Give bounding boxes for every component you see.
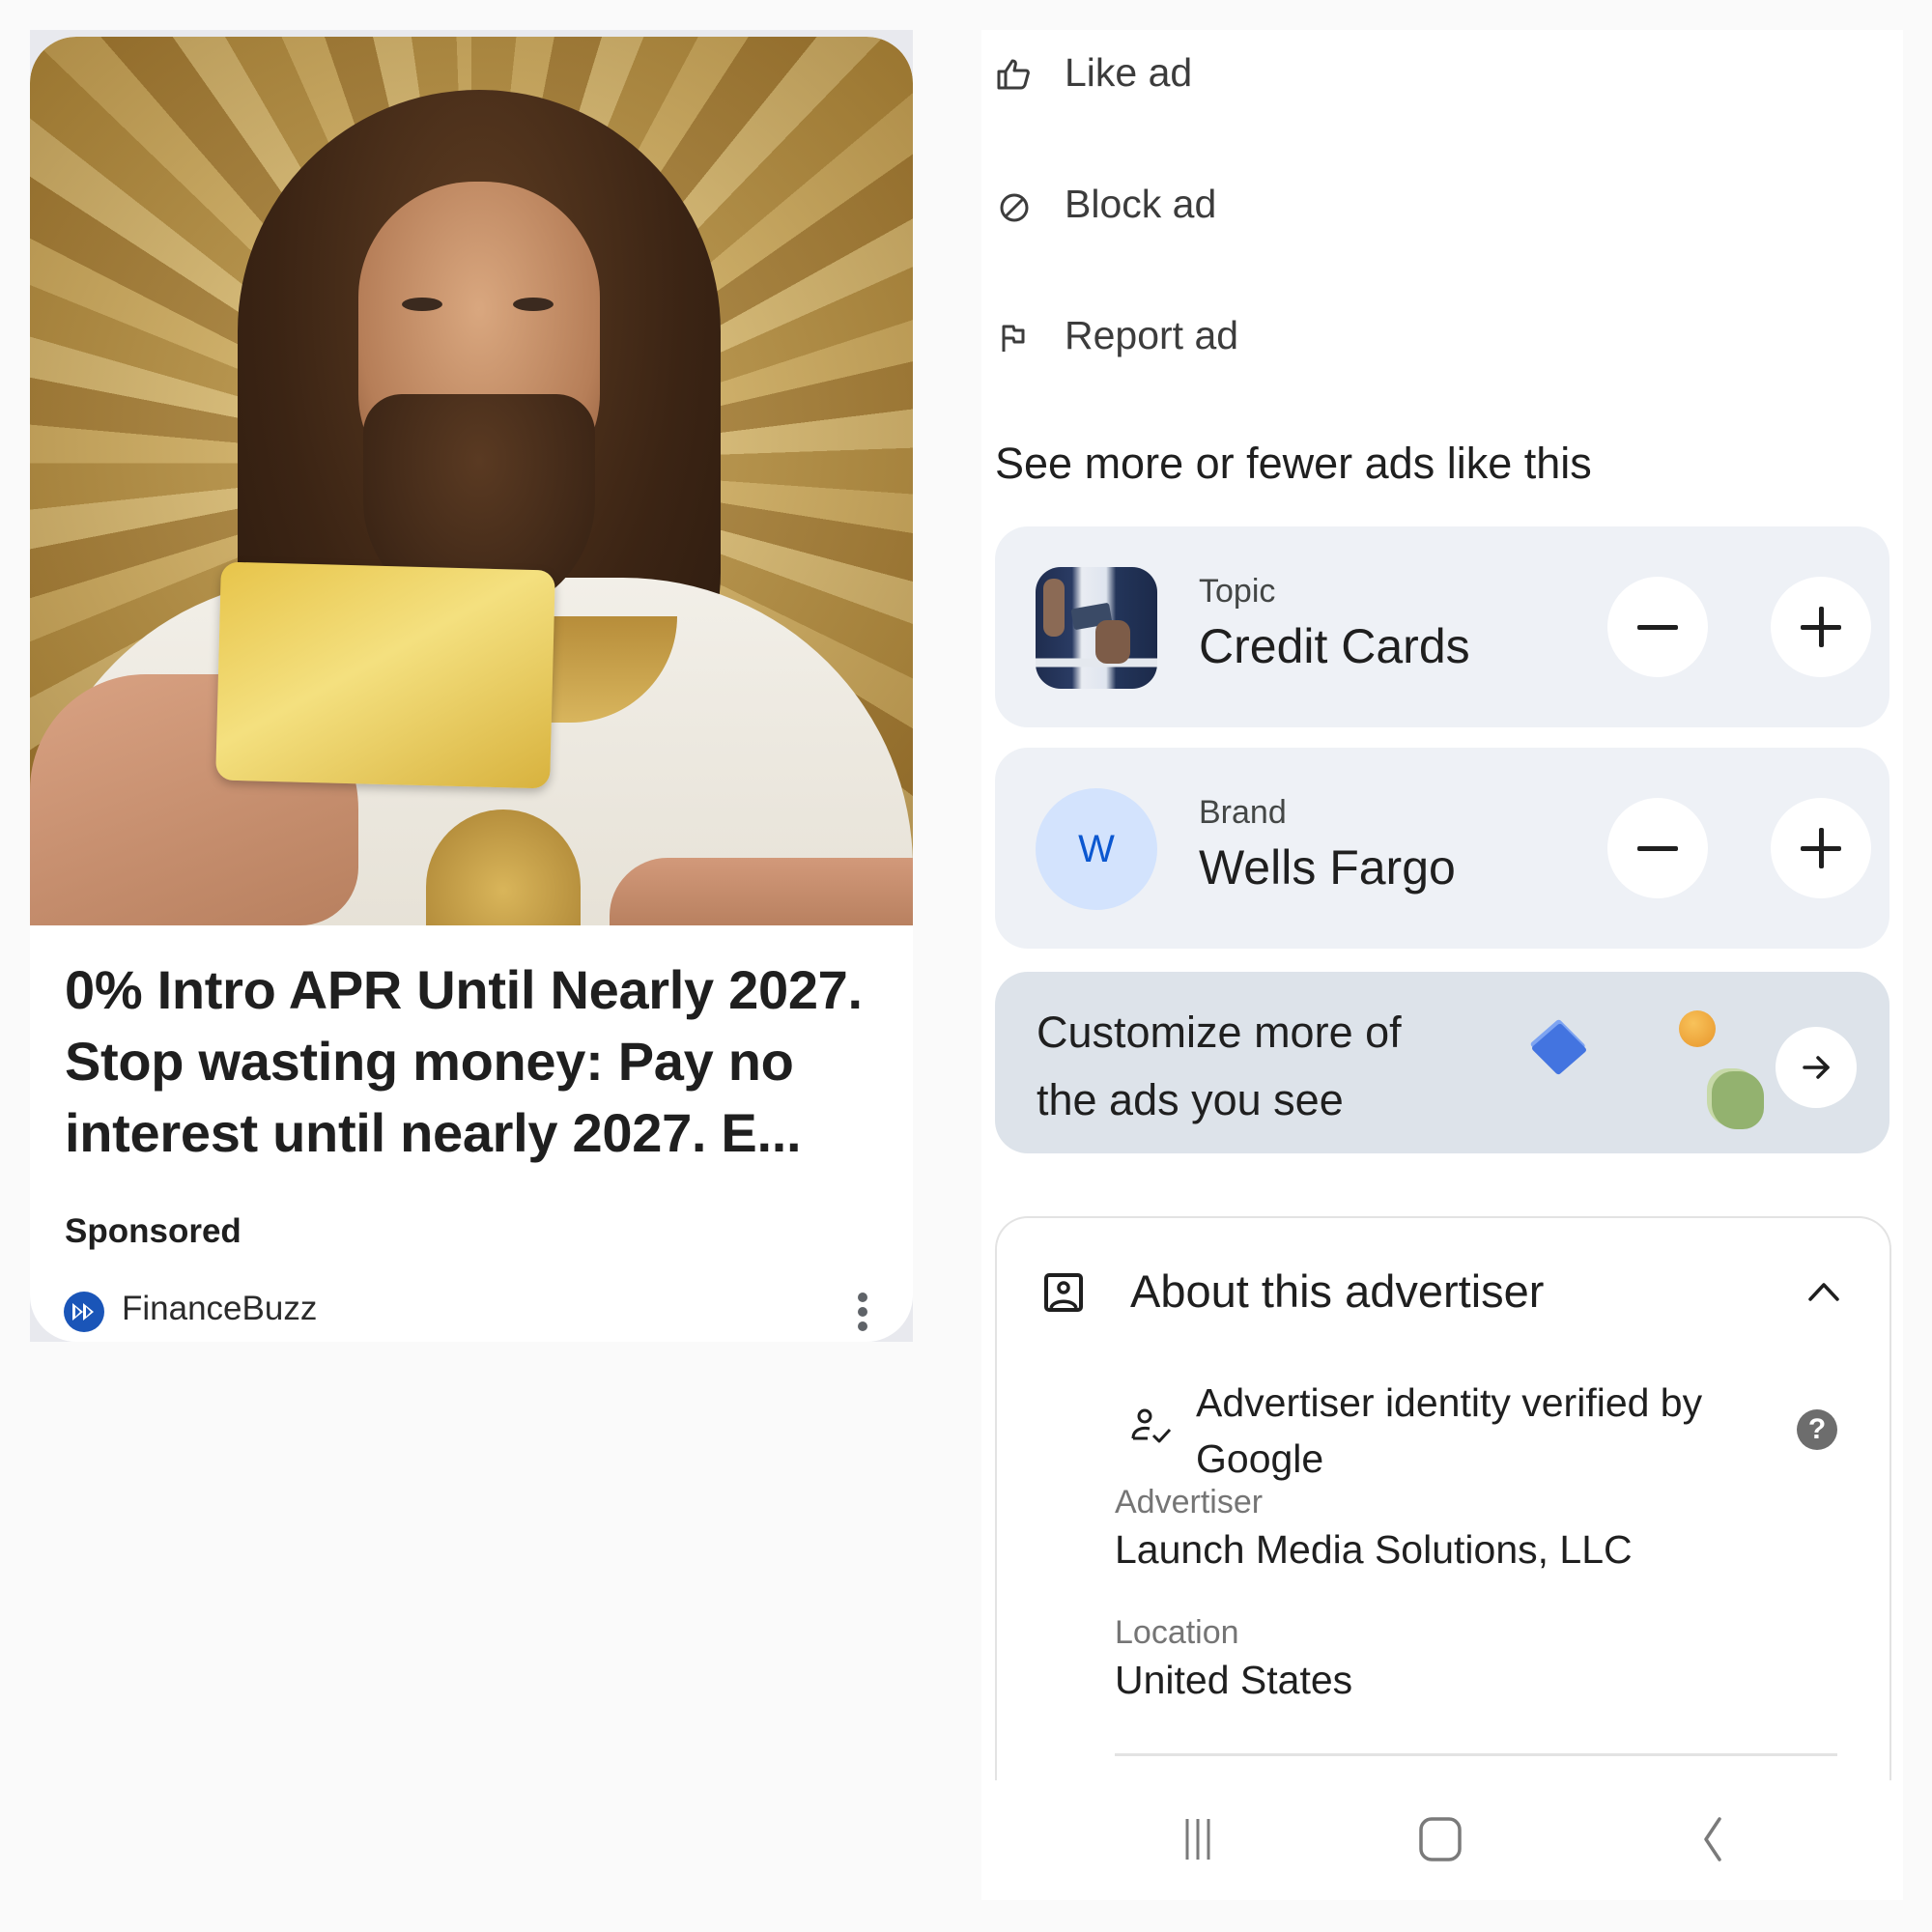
system-nav-bar bbox=[981, 1780, 1903, 1900]
diamond-shape-icon bbox=[1530, 1022, 1588, 1076]
sponsored-label: Sponsored bbox=[65, 1212, 242, 1250]
ad-image-hand bbox=[610, 858, 913, 925]
report-ad-label: Report ad bbox=[1065, 313, 1239, 357]
see-more-topic-button[interactable] bbox=[1771, 577, 1871, 677]
about-advertiser-section: About this advertiser Advertiser identit… bbox=[995, 1216, 1891, 1836]
preference-name: Credit Cards bbox=[1199, 619, 1470, 673]
report-ad-button[interactable]: Report ad bbox=[995, 303, 1478, 371]
ad-card-body[interactable]: 0% Intro APR Until Nearly 2027. Stop was… bbox=[30, 37, 913, 1342]
back-icon[interactable] bbox=[1677, 1809, 1745, 1871]
ad-image-eye bbox=[402, 298, 442, 311]
see-more-brand-button[interactable] bbox=[1771, 798, 1871, 898]
preferences-heading: See more or fewer ads like this bbox=[995, 439, 1592, 488]
more-vert-icon[interactable] bbox=[833, 1283, 891, 1341]
verified-user-icon bbox=[1131, 1408, 1172, 1443]
brand-preference-card: W Brand Wells Fargo bbox=[995, 748, 1889, 949]
fast-forward-icon bbox=[64, 1292, 104, 1332]
section-divider bbox=[1115, 1753, 1837, 1756]
like-ad-button[interactable]: Like ad bbox=[995, 41, 1478, 108]
ad-headline[interactable]: 0% Intro APR Until Nearly 2027. Stop was… bbox=[65, 954, 876, 1169]
customize-ads-text: Customize more of the ads you see bbox=[1037, 1008, 1402, 1124]
verified-row: Advertiser identity verified by Google ? bbox=[1130, 1363, 1845, 1489]
chevron-up-icon[interactable] bbox=[1804, 1276, 1843, 1305]
customize-ads-button[interactable]: Customize more of the ads you see bbox=[995, 972, 1889, 1153]
arrow-right-icon[interactable] bbox=[1776, 1027, 1857, 1108]
location-value: United States bbox=[1115, 1658, 1353, 1702]
minus-icon bbox=[1637, 846, 1678, 851]
see-fewer-topic-button[interactable] bbox=[1607, 577, 1708, 677]
ad-settings-panel: Like ad Block ad Report ad See more or f… bbox=[981, 30, 1903, 1900]
thumb-up-icon bbox=[997, 59, 1030, 90]
brand-avatar: W bbox=[1036, 788, 1157, 910]
block-ad-label: Block ad bbox=[1065, 182, 1217, 226]
topic-preference-card: Topic Credit Cards bbox=[995, 526, 1889, 727]
advertiser-row: FinanceBuzz bbox=[64, 1283, 885, 1341]
advertiser-name: FinanceBuzz bbox=[122, 1290, 318, 1327]
home-icon[interactable] bbox=[1406, 1809, 1474, 1871]
verified-text: Advertiser identity verified by Google bbox=[1196, 1380, 1703, 1481]
help-icon[interactable]: ? bbox=[1797, 1409, 1837, 1450]
minus-icon bbox=[1637, 625, 1678, 630]
location-label: Location bbox=[1115, 1614, 1239, 1651]
like-ad-label: Like ad bbox=[1065, 50, 1193, 95]
about-advertiser-title: About this advertiser bbox=[1130, 1265, 1545, 1317]
ad-card[interactable]: 0% Intro APR Until Nearly 2027. Stop was… bbox=[30, 30, 913, 1342]
flag-icon bbox=[1002, 325, 1025, 352]
block-ad-button[interactable]: Block ad bbox=[995, 172, 1478, 240]
blob-shape-icon bbox=[1712, 1071, 1764, 1129]
see-fewer-brand-button[interactable] bbox=[1607, 798, 1708, 898]
ad-image[interactable] bbox=[30, 37, 913, 925]
account-box-icon bbox=[1044, 1273, 1083, 1312]
block-icon bbox=[1000, 193, 1029, 222]
preference-kind: Brand bbox=[1199, 794, 1287, 831]
brand-initial: W bbox=[1078, 828, 1115, 870]
ad-image-gold-card bbox=[215, 561, 555, 789]
ad-image-eye bbox=[513, 298, 554, 311]
advertiser-label: Advertiser bbox=[1115, 1484, 1264, 1520]
advertiser-value: Launch Media Solutions, LLC bbox=[1115, 1527, 1633, 1572]
credit-cards-thumbnail bbox=[1036, 567, 1157, 689]
about-advertiser-toggle[interactable]: About this advertiser bbox=[997, 1218, 1889, 1363]
circle-shape-icon bbox=[1679, 1010, 1716, 1047]
preference-kind: Topic bbox=[1199, 573, 1276, 610]
recents-icon[interactable] bbox=[1165, 1809, 1233, 1871]
preference-name: Wells Fargo bbox=[1199, 840, 1456, 895]
